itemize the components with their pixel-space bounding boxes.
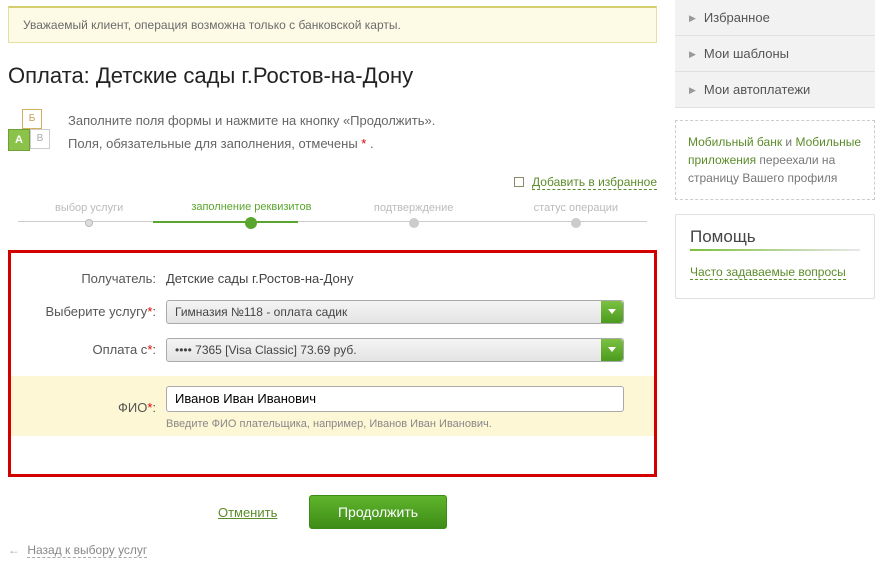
triangle-right-icon: ▶ [689,10,696,26]
continue-button[interactable]: Продолжить [309,495,447,529]
help-title: Помощь [690,227,860,247]
sidebar-item-favorites[interactable]: ▶Избранное [675,0,875,36]
service-select[interactable]: Гимназия №118 - оплата садик [166,300,624,324]
checkbox-icon [514,177,524,187]
sidebar-note: Мобильный банк и Мобильные приложения пе… [675,120,875,200]
progress-steps: выбор услуги заполнение реквизитов подтв… [8,201,657,232]
mobile-bank-link[interactable]: Мобильный банк [688,135,782,149]
chevron-down-icon [601,301,623,323]
arrow-left-icon: ← [8,543,20,557]
service-label: Выберите услугу*: [41,304,166,319]
fio-input[interactable] [166,386,624,412]
triangle-right-icon: ▶ [689,82,696,98]
help-box: Помощь Часто задаваемые вопросы [675,214,875,299]
recipient-label: Получатель: [41,271,166,286]
payfrom-label: Оплата с*: [41,342,166,357]
fio-label: ФИО*: [41,400,166,415]
triangle-right-icon: ▶ [689,46,696,62]
instructions: Заполните поля формы и нажмите на кнопку… [68,109,435,156]
fio-hint: Введите ФИО плательщика, например, Ивано… [166,418,624,430]
payment-form: Получатель: Детские сады г.Ростов-на-Дон… [8,250,657,477]
sidebar-item-autopay[interactable]: ▶Мои автоплатежи [675,72,875,108]
recipient-value: Детские сады г.Ростов-на-Дону [166,271,624,286]
page-title: Оплата: Детские сады г.Ростов-на-Дону [8,63,657,89]
faq-link[interactable]: Часто задаваемые вопросы [690,265,846,280]
chevron-down-icon [601,339,623,361]
form-icon: Б А В [8,109,50,151]
sidebar-item-templates[interactable]: ▶Мои шаблоны [675,36,875,72]
warning-banner: Уважаемый клиент, операция возможна толь… [8,6,657,43]
cancel-button[interactable]: Отменить [218,505,277,520]
back-link[interactable]: Назад к выбору услуг [27,543,147,558]
payfrom-select[interactable]: •••• 7365 [Visa Classic] 73.69 руб. [166,338,624,362]
add-favorite-link[interactable]: Добавить в избранное [532,175,657,190]
